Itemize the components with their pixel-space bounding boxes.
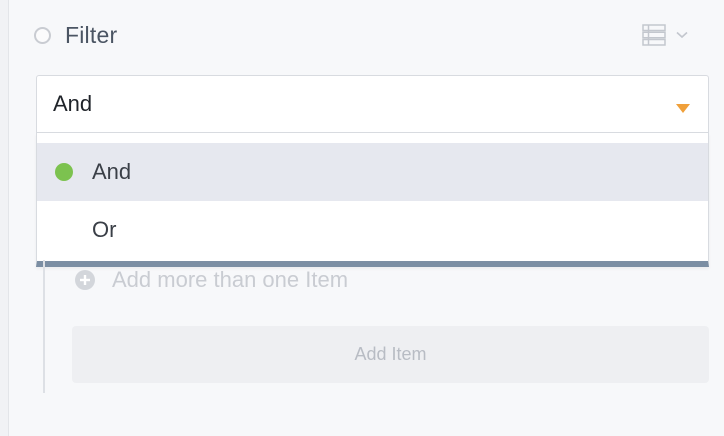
view-toggle[interactable] — [642, 24, 688, 46]
list-view-icon[interactable] — [642, 24, 666, 46]
plus-circle-icon — [74, 269, 96, 291]
add-more-link[interactable]: Add more than one Item — [74, 266, 348, 294]
filter-header: Filter — [34, 18, 117, 52]
chevron-down-icon[interactable] — [676, 31, 688, 39]
left-edge-divider — [0, 0, 9, 436]
selected-indicator-icon — [55, 163, 73, 181]
option-and[interactable]: And — [37, 143, 708, 201]
filter-title: Filter — [65, 21, 118, 48]
add-more-label: Add more than one Item — [112, 267, 349, 292]
caret-down-icon[interactable] — [676, 100, 690, 118]
logic-options-menu: And Or — [36, 133, 709, 267]
option-label: And — [92, 159, 132, 184]
option-or[interactable]: Or — [37, 201, 708, 259]
logic-select[interactable]: And — [36, 75, 709, 133]
tree-connector-line — [43, 260, 45, 393]
filter-radio[interactable] — [34, 26, 51, 44]
select-value: And — [53, 91, 93, 116]
add-item-button[interactable]: Add Item — [72, 326, 709, 383]
filter-panel: Filter And And Or Add more than one Item… — [0, 0, 724, 436]
option-label: Or — [92, 217, 117, 242]
